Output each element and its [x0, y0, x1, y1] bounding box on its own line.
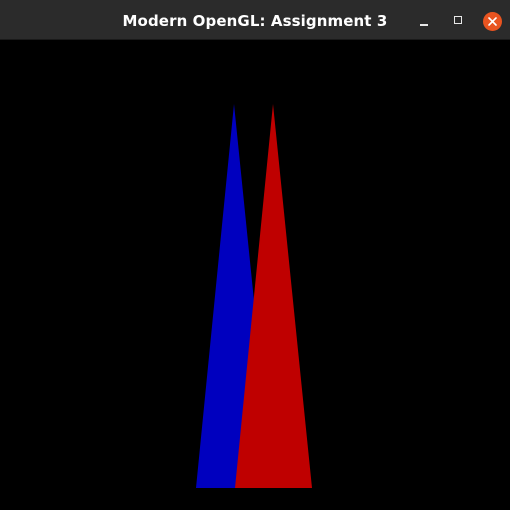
maximize-icon [454, 16, 462, 24]
render-canvas[interactable] [0, 40, 510, 510]
minimize-icon [420, 24, 428, 26]
close-icon [483, 12, 502, 31]
close-button[interactable] [481, 10, 503, 32]
minimize-button[interactable] [413, 10, 435, 32]
scene [196, 104, 312, 488]
maximize-button[interactable] [447, 10, 469, 32]
opengl-window: Modern OpenGL: Assignment 3 [0, 0, 510, 510]
title-bar[interactable]: Modern OpenGL: Assignment 3 [0, 0, 510, 40]
